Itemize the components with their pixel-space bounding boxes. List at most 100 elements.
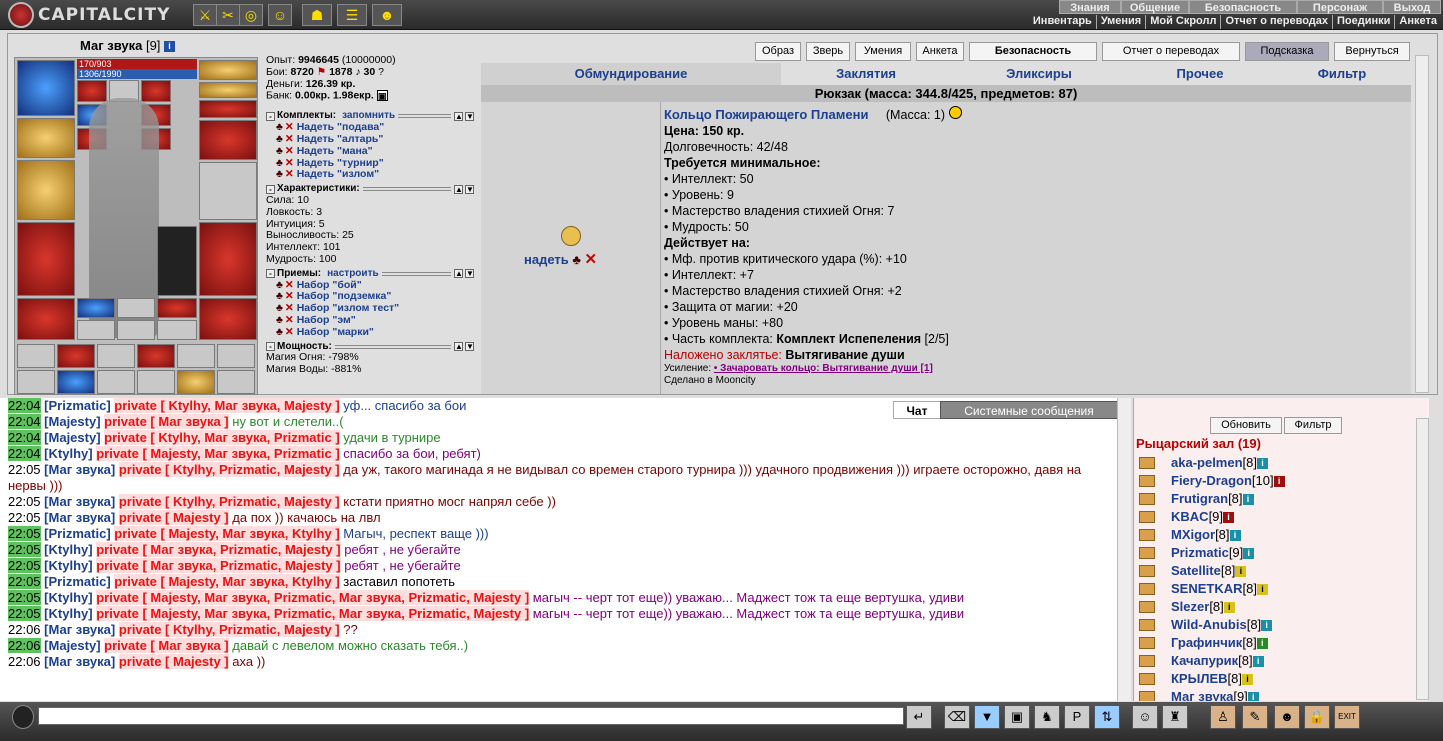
chat-author[interactable]: Prizmatic (49, 398, 107, 413)
user-entry[interactable]: Маг звука[9] i (1171, 688, 1259, 701)
chat-timestamp[interactable]: 22:05 (8, 558, 41, 573)
item-name[interactable]: Кольцо Пожирающего Пламени (664, 107, 868, 122)
chat-private-recipients[interactable]: private [ Majesty, Маг звука, Ktylhy ] (114, 526, 340, 541)
info-icon[interactable]: i (1242, 494, 1254, 506)
sword-icon[interactable]: ⚔ (193, 4, 217, 26)
user-row[interactable]: KBAC[9] i (1134, 508, 1416, 526)
hint-button[interactable]: Подсказка (1245, 42, 1329, 61)
chat-timestamp[interactable]: 22:05 (8, 526, 41, 541)
set-item[interactable]: ♣ ✕ Надеть "излом" (266, 169, 476, 181)
return-button[interactable]: Вернуться (1334, 42, 1410, 61)
belt-item-6[interactable] (217, 344, 255, 368)
info-icon[interactable]: i (1223, 602, 1235, 614)
user-row[interactable]: MXigor[8] i (1134, 526, 1416, 544)
user-name[interactable]: aka-pelmen (1171, 455, 1243, 470)
clock-icon[interactable]: ◎ (239, 4, 263, 26)
belt-item-10[interactable] (137, 370, 175, 394)
user-name[interactable]: KBAC (1171, 509, 1209, 524)
avatar-head-icon[interactable] (12, 705, 34, 729)
scroll-icon[interactable]: ✎ (1242, 705, 1268, 729)
chat-timestamp[interactable]: 22:05 (8, 590, 41, 605)
set-label[interactable]: Надеть "излом" (297, 168, 379, 181)
user-entry[interactable]: Frutigran[8] i (1171, 490, 1254, 508)
chat-timestamp[interactable]: 22:05 (8, 542, 41, 557)
user-name[interactable]: Fiery-Dragon (1171, 473, 1252, 488)
chat-timestamp[interactable]: 22:04 (8, 430, 41, 445)
logo[interactable]: CAPITALCITY (8, 2, 198, 28)
info-icon[interactable]: i (1256, 638, 1268, 650)
security-button[interactable]: Безопасность (969, 42, 1097, 61)
knight-icon[interactable]: ♜ (1162, 705, 1188, 729)
enchant-link[interactable]: • Зачаровать кольцо: Вытягивание души [1… (714, 363, 933, 374)
eraser-icon[interactable]: ⌫ (944, 705, 970, 729)
user-entry[interactable]: Качапурик[8] i (1171, 652, 1264, 670)
user-name[interactable]: Качапурик (1171, 653, 1238, 668)
delete-set-icon[interactable]: ✕ (285, 133, 294, 145)
menu-skills[interactable]: Умения (1097, 15, 1147, 29)
info-icon[interactable]: i (1229, 530, 1241, 542)
up-icon[interactable]: ▲ (454, 342, 463, 351)
set-label[interactable]: Надеть "турнир" (297, 157, 384, 169)
user-row[interactable]: Satellite[8] i (1134, 562, 1416, 580)
user-row[interactable]: Prizmatic[9] i (1134, 544, 1416, 562)
chat-private-recipients[interactable]: private [ Majesty, Маг звука, Prizmatic,… (96, 606, 530, 621)
set-label[interactable]: Надеть "алтарь" (297, 133, 384, 145)
user-row[interactable]: SENETKAR[8] i (1134, 580, 1416, 598)
trick-set-item[interactable]: ♣ ✕ Набор "марки" (266, 326, 476, 339)
belt-item-3[interactable] (97, 344, 135, 368)
user-row[interactable]: Wild-Anubis[8] i (1134, 616, 1416, 634)
up-icon[interactable]: ▲ (454, 184, 463, 194)
user-entry[interactable]: Slezer[8] i (1171, 598, 1235, 616)
user-entry[interactable]: Wild-Anubis[8] i (1171, 616, 1273, 634)
user-entry[interactable]: КРЫЛЕВ[8] i (1171, 670, 1253, 688)
chat-author[interactable]: Prizmatic (49, 526, 107, 541)
chat-private-recipients[interactable]: private [ Ktylhy, Prizmatic, Majesty ] (118, 622, 340, 637)
chat-timestamp[interactable]: 22:06 (8, 654, 41, 669)
belt-item-11[interactable] (177, 370, 215, 394)
chat-timestamp[interactable]: 22:04 (8, 398, 41, 413)
filter-button[interactable]: Фильтр (1284, 417, 1342, 434)
chat-scrollbar[interactable] (1117, 398, 1131, 701)
chat-author[interactable]: Маг звука (49, 622, 111, 637)
user-entry[interactable]: Satellite[8] i (1171, 562, 1247, 580)
up-icon[interactable]: ▲ (454, 111, 463, 121)
rune-slot-2[interactable] (117, 298, 155, 318)
menu-knowledge[interactable]: Знания (1059, 0, 1121, 14)
menu-security[interactable]: Безопасность (1189, 0, 1297, 14)
chat-author[interactable]: Маг звука (49, 654, 111, 669)
trick-label[interactable]: Набор "эм" (297, 314, 356, 326)
chat-author[interactable]: Маг звука (49, 510, 111, 525)
user-name[interactable]: Prizmatic (1171, 545, 1229, 560)
skills-button[interactable]: Умения (855, 42, 911, 61)
rune-slot-6[interactable] (157, 320, 197, 340)
lock-icon[interactable]: 🔒 (1304, 705, 1330, 729)
collapse-icon[interactable]: - (266, 111, 275, 121)
ring-slot-2[interactable] (141, 80, 171, 102)
chat-author[interactable]: Маг звука (49, 494, 111, 509)
tools-icon[interactable]: ✂ (216, 4, 240, 26)
collapse-icon[interactable]: - (266, 184, 275, 194)
chat-timestamp[interactable]: 22:04 (8, 414, 41, 429)
chat-author[interactable]: Majesty (49, 638, 97, 653)
user-entry[interactable]: KBAC[9] i (1171, 508, 1235, 526)
private-icon[interactable]: ⇅ (1094, 705, 1120, 729)
chat-author[interactable]: Ktylhy (49, 558, 89, 573)
belt-item-4[interactable] (137, 344, 175, 368)
menu-my-scroll[interactable]: Мой Скролл (1146, 15, 1222, 29)
delete-set-icon[interactable]: ✕ (285, 145, 294, 157)
tab-spells[interactable]: Заклятия (781, 63, 951, 85)
belt-item-12[interactable] (217, 370, 255, 394)
user-name[interactable]: Графинчик (1171, 635, 1242, 650)
user-name[interactable]: SENETKAR (1171, 581, 1243, 596)
translit-icon[interactable]: P (1064, 705, 1090, 729)
monster-icon[interactable]: ☗ (302, 4, 332, 26)
chat-author[interactable]: Majesty (49, 414, 97, 429)
chat-author[interactable]: Majesty (49, 430, 97, 445)
info-icon[interactable]: i (164, 41, 176, 53)
user-entry[interactable]: Графинчик[8] i (1171, 634, 1268, 652)
delete-trick-icon[interactable]: ✕ (285, 290, 294, 303)
chat-private-recipients[interactable]: private [ Majesty, Маг звука, Ktylhy ] (114, 574, 340, 589)
boots-slot[interactable] (199, 298, 257, 340)
user-entry[interactable]: Prizmatic[9] i (1171, 544, 1255, 562)
delete-trick-icon[interactable]: ✕ (285, 279, 294, 291)
